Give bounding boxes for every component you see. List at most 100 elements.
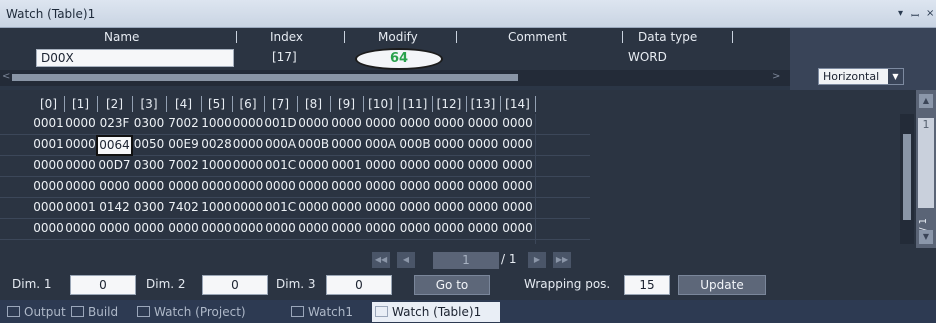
array-cell[interactable]: 0000: [363, 198, 398, 217]
array-cell[interactable]: 0000: [398, 156, 432, 175]
array-cell[interactable]: 0000: [232, 198, 264, 217]
array-cell[interactable]: 0000: [297, 198, 330, 217]
array-cell[interactable]: 023F: [97, 114, 132, 133]
array-cell[interactable]: 1000: [201, 156, 232, 175]
vertical-scrollbar[interactable]: [900, 114, 914, 244]
array-cell[interactable]: 0000: [466, 156, 500, 175]
dim1-input[interactable]: 0: [70, 275, 136, 295]
array-cell[interactable]: 0000: [466, 198, 500, 217]
array-cell[interactable]: 0000: [500, 156, 535, 175]
orientation-select[interactable]: Horizontal ▼: [818, 68, 904, 85]
array-cell[interactable]: 0050: [132, 135, 166, 154]
array-cell[interactable]: 00E9: [166, 135, 201, 154]
array-cell[interactable]: 0000: [132, 219, 166, 238]
selected-array-cell[interactable]: 0064: [96, 135, 133, 156]
array-cell[interactable]: 0000: [398, 219, 432, 238]
goto-button[interactable]: Go to: [414, 275, 490, 295]
tab-build[interactable]: Build: [68, 302, 130, 322]
vertical-page-field[interactable]: 1: [918, 118, 934, 208]
array-cell[interactable]: 000A: [363, 135, 398, 154]
array-cell[interactable]: 0000: [33, 177, 64, 196]
array-cell[interactable]: 0000: [97, 219, 132, 238]
first-page-icon[interactable]: ◀◀: [372, 252, 390, 268]
array-cell[interactable]: 0000: [398, 114, 432, 133]
array-cell[interactable]: 0000: [232, 135, 264, 154]
array-cell[interactable]: 0000: [363, 219, 398, 238]
array-cell[interactable]: 0000: [97, 177, 132, 196]
scroll-left-icon[interactable]: <: [2, 71, 10, 82]
close-icon[interactable]: ×: [926, 8, 934, 19]
tab-watch1[interactable]: Watch1: [288, 302, 368, 322]
scroll-right-icon[interactable]: >: [772, 71, 780, 82]
array-cell[interactable]: 0000: [330, 198, 363, 217]
array-cell[interactable]: 0001: [64, 198, 97, 217]
array-cell[interactable]: 0001: [330, 156, 363, 175]
update-button[interactable]: Update: [678, 275, 766, 295]
array-cell[interactable]: 0001: [33, 114, 64, 133]
array-cell[interactable]: 0300: [132, 156, 166, 175]
array-cell[interactable]: 0000: [297, 177, 330, 196]
array-cell[interactable]: 0000: [500, 198, 535, 217]
array-cell[interactable]: 0000: [264, 177, 297, 196]
array-cell[interactable]: 001C: [264, 198, 297, 217]
array-cell[interactable]: 0000: [466, 114, 500, 133]
next-page-icon[interactable]: ▶: [528, 252, 546, 268]
tab-watch-table1[interactable]: Watch (Table)1: [372, 302, 500, 322]
scrollbar-thumb[interactable]: [12, 74, 518, 81]
array-cell[interactable]: 0028: [201, 135, 232, 154]
array-cell[interactable]: 0000: [201, 219, 232, 238]
array-cell[interactable]: 0000: [132, 177, 166, 196]
array-cell[interactable]: 0000: [330, 135, 363, 154]
array-cell[interactable]: 0000: [232, 114, 264, 133]
array-cell[interactable]: 0000: [33, 198, 64, 217]
dropdown-arrow-icon[interactable]: ▼: [888, 69, 903, 84]
dim2-input[interactable]: 0: [202, 275, 268, 295]
array-cell[interactable]: 0000: [297, 114, 330, 133]
array-cell[interactable]: 7002: [166, 156, 201, 175]
array-cell[interactable]: 0000: [466, 135, 500, 154]
array-cell[interactable]: 0000: [201, 177, 232, 196]
pin-icon[interactable]: ꟷ: [911, 8, 919, 22]
array-cell[interactable]: 0000: [363, 177, 398, 196]
array-cell[interactable]: 0000: [398, 177, 432, 196]
array-cell[interactable]: 0000: [33, 156, 64, 175]
array-cell[interactable]: 00D7: [97, 156, 132, 175]
array-cell[interactable]: 0000: [297, 219, 330, 238]
scrollbar-thumb[interactable]: [903, 134, 911, 220]
array-cell[interactable]: 0300: [132, 114, 166, 133]
array-cell[interactable]: 0000: [466, 219, 500, 238]
array-cell[interactable]: 0000: [432, 135, 466, 154]
array-cell[interactable]: 0000: [330, 219, 363, 238]
array-cell[interactable]: 7002: [166, 114, 201, 133]
tab-output[interactable]: Output: [4, 302, 66, 322]
array-cell[interactable]: 000B: [297, 135, 330, 154]
array-cell[interactable]: 1000: [201, 198, 232, 217]
array-cell[interactable]: 0000: [500, 219, 535, 238]
array-cell[interactable]: 0000: [64, 219, 97, 238]
array-cell[interactable]: 0000: [33, 219, 64, 238]
last-page-icon[interactable]: ▶▶: [553, 252, 571, 268]
array-cell[interactable]: 0000: [64, 156, 97, 175]
page-input[interactable]: 1: [433, 252, 499, 269]
array-cell[interactable]: 0001: [33, 135, 64, 154]
horizontal-scrollbar[interactable]: < >: [0, 70, 790, 86]
array-cell[interactable]: 0000: [264, 219, 297, 238]
array-cell[interactable]: 000A: [264, 135, 297, 154]
dropdown-icon[interactable]: ▾: [898, 8, 903, 19]
array-cell[interactable]: 0000: [398, 198, 432, 217]
index-value[interactable]: [17]: [268, 49, 338, 67]
array-cell[interactable]: 0142: [97, 198, 132, 217]
array-cell[interactable]: 0000: [330, 114, 363, 133]
array-cell[interactable]: 0000: [500, 114, 535, 133]
array-cell[interactable]: 1000: [201, 114, 232, 133]
array-cell[interactable]: 0000: [500, 177, 535, 196]
modify-value-field[interactable]: 64: [355, 48, 443, 70]
array-cell[interactable]: 0300: [132, 198, 166, 217]
array-cell[interactable]: 0000: [363, 114, 398, 133]
array-cell[interactable]: 001D: [264, 114, 297, 133]
comment-field[interactable]: [460, 49, 620, 67]
pager-down-icon[interactable]: ▼: [919, 230, 933, 244]
array-cell[interactable]: 0000: [166, 219, 201, 238]
array-cell[interactable]: 0000: [232, 177, 264, 196]
array-cell[interactable]: 0000: [432, 219, 466, 238]
